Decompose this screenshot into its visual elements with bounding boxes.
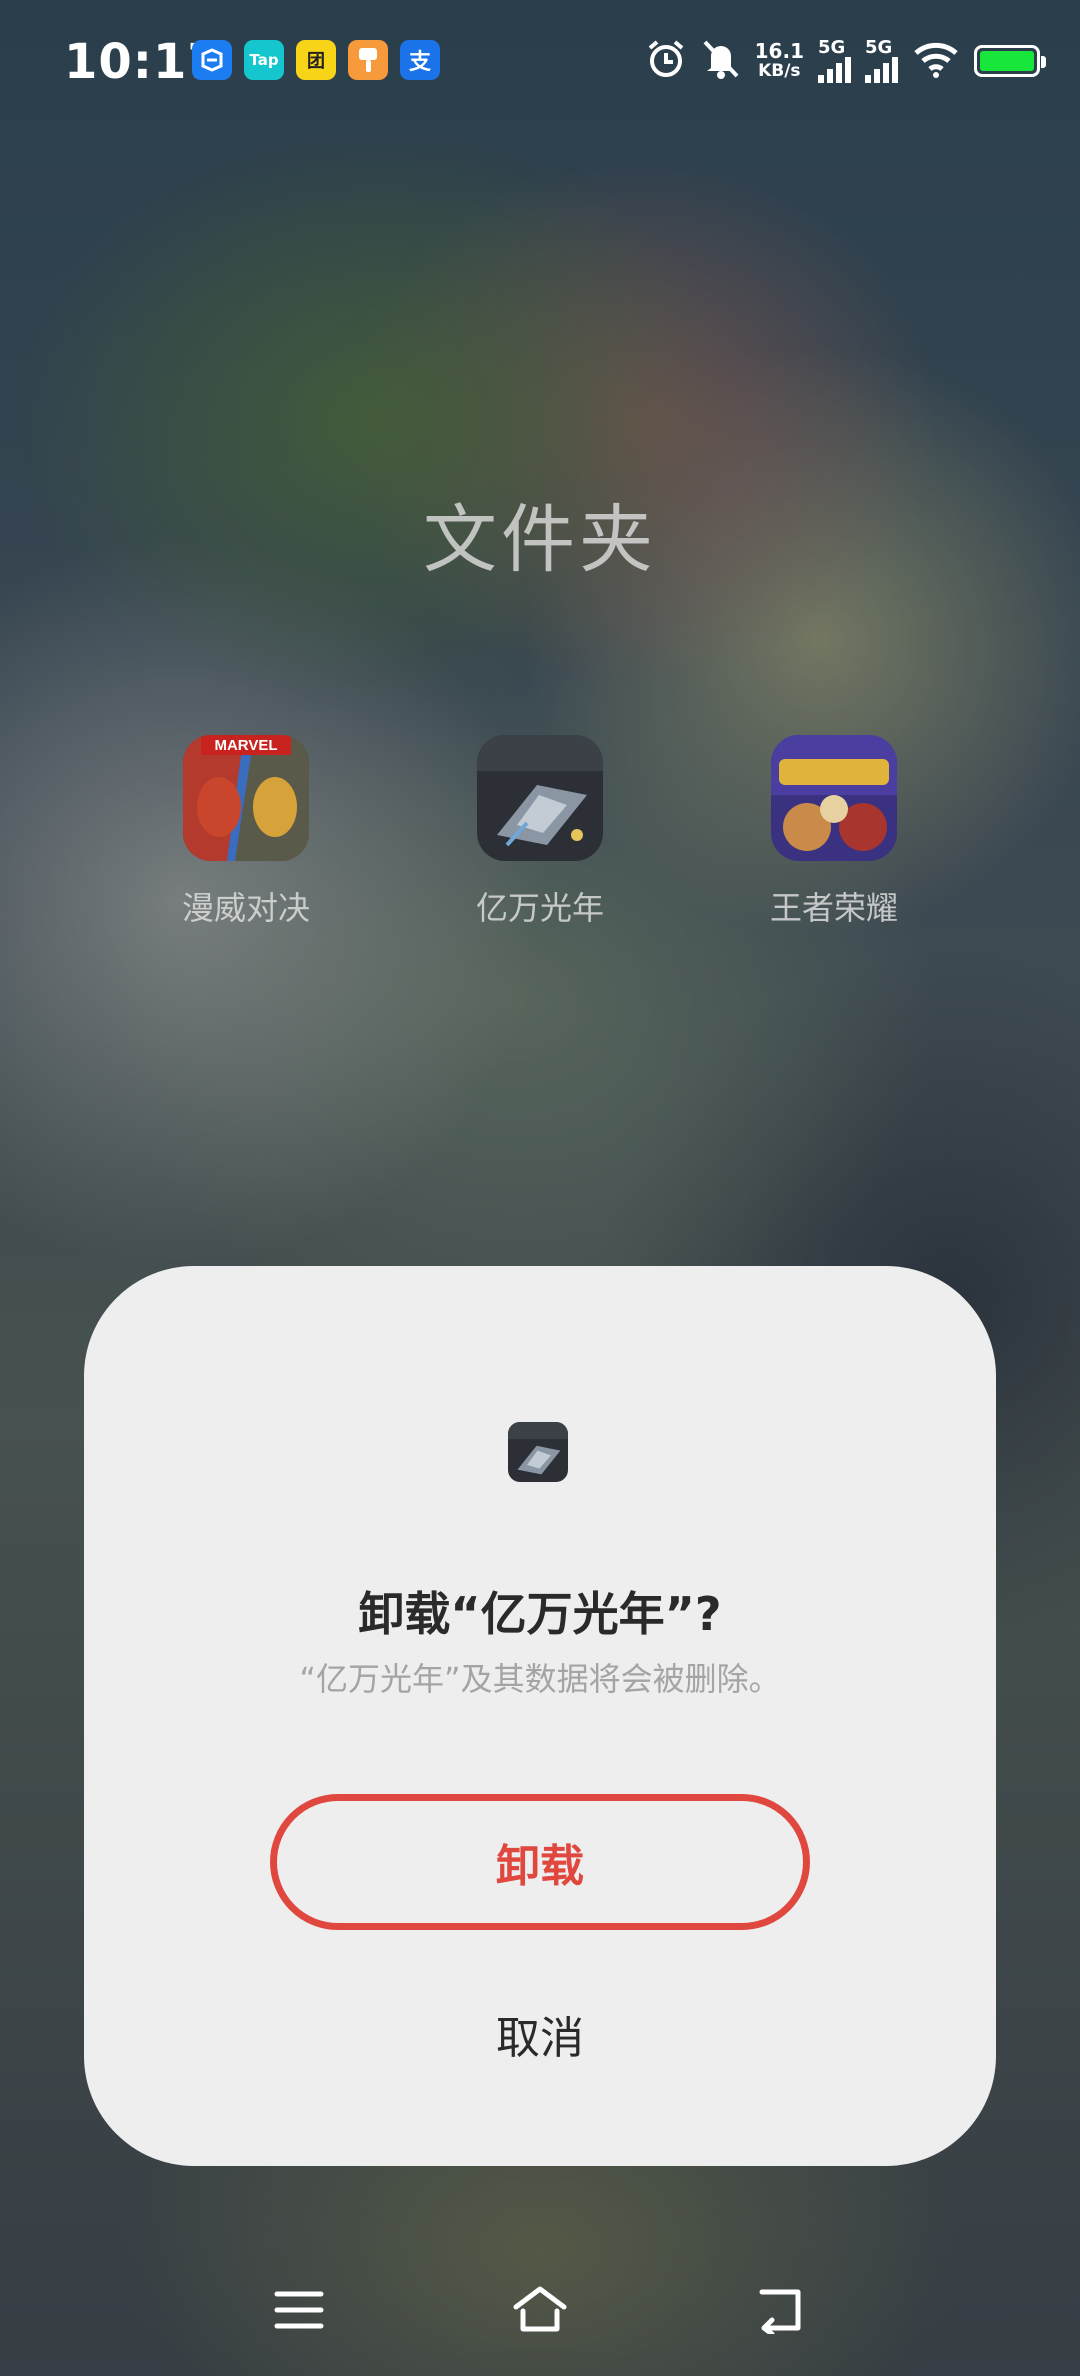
folder-app-billion-light-years[interactable]: 亿万光年 (440, 735, 640, 929)
alipay-icon: 支 (400, 40, 440, 80)
menu-icon[interactable] (259, 2270, 339, 2350)
alarm-icon (645, 38, 687, 84)
signal-bars-icon (818, 57, 851, 83)
dialog-title: 卸载“亿万光年”? (358, 1587, 722, 1641)
meituan-icon: 团 (296, 40, 336, 80)
battery-icon (974, 45, 1046, 77)
status-bar: 10:17 Tap 团 支 16.1 KB/s 5G 5G (0, 0, 1080, 120)
folder-title: 文件夹 (423, 497, 657, 583)
svg-text:MARVEL: MARVEL (214, 737, 277, 754)
folder-app-marvel-snap[interactable]: MARVEL 漫威对决 (146, 735, 346, 929)
signal-1: 5G (818, 39, 851, 83)
signal-2: 5G (865, 39, 898, 83)
alipay-mini-icon (192, 40, 232, 80)
signal-bars-icon (865, 57, 898, 83)
home-icon[interactable] (500, 2270, 580, 2350)
screen: 10:17 Tap 团 支 16.1 KB/s 5G 5G 文件夹 MARVEL… (0, 0, 1080, 2376)
status-right-icons: 16.1 KB/s 5G 5G (645, 34, 1046, 88)
app-label: 亿万光年 (475, 889, 604, 927)
wifi-icon (912, 39, 960, 83)
marvel-snap-icon: MARVEL (183, 735, 309, 861)
app-label: 漫威对决 (181, 889, 310, 927)
cancel-button[interactable]: 取消 (340, 1984, 740, 2084)
dialog-message: “亿万光年”及其数据将会被删除。 (299, 1660, 781, 1698)
billion-light-years-icon (508, 1422, 568, 1482)
silent-bell-icon (701, 38, 741, 84)
back-icon[interactable] (740, 2270, 820, 2350)
paintbrush-app-icon (348, 40, 388, 80)
uninstall-dialog: 卸载“亿万光年”? “亿万光年”及其数据将会被删除。 卸载 取消 (84, 1266, 996, 2166)
honor-of-kings-icon (771, 735, 897, 861)
app-label: 王者荣耀 (769, 889, 898, 927)
folder-app-honor-of-kings[interactable]: 王者荣耀 (734, 735, 934, 929)
taptap-icon: Tap (244, 40, 284, 80)
uninstall-button[interactable]: 卸载 (270, 1794, 810, 1930)
network-speed: 16.1 KB/s (754, 39, 804, 81)
billion-light-years-icon (477, 735, 603, 861)
